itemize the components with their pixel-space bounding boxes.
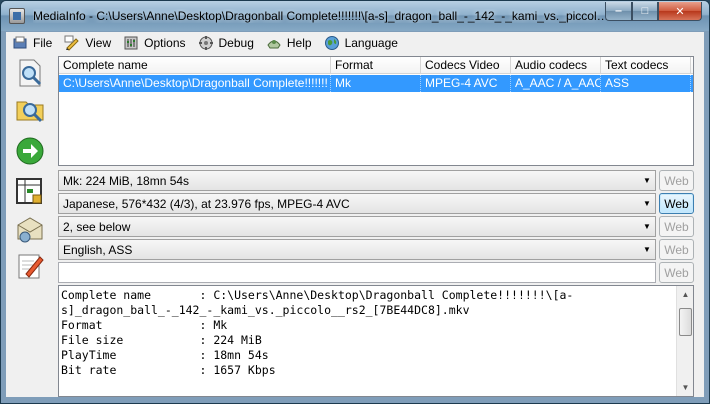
- file-list[interactable]: Complete name Format Codecs Video Audio …: [58, 56, 694, 166]
- export-icon: [17, 217, 43, 243]
- details-line: File size : 224 MiB: [61, 333, 262, 347]
- mediainfo-app-icon: [9, 8, 25, 24]
- details-scrollbar[interactable]: ▲ ▼: [676, 286, 693, 396]
- menu-bar: File View Options Debug Help Language: [6, 32, 704, 54]
- open-file-icon: [19, 59, 42, 87]
- scroll-up-icon[interactable]: ▲: [677, 286, 693, 303]
- cell-codecs-video: MPEG-4 AVC: [421, 75, 511, 92]
- details-line: Complete name : C:\Users\Anne\Desktop\Dr…: [61, 288, 574, 302]
- text-web-button[interactable]: Web: [659, 239, 694, 260]
- audio-stream-select[interactable]: 2, see below ▼: [58, 216, 656, 237]
- menu-debug-label: Debug: [218, 36, 254, 50]
- video-web-button[interactable]: Web: [659, 193, 694, 214]
- video-stream-select[interactable]: Japanese, 576*432 (4/3), at 23.976 fps, …: [58, 193, 656, 214]
- menu-options-label: Options: [144, 36, 186, 50]
- menu-language[interactable]: Language: [318, 32, 404, 54]
- menu-debug[interactable]: Debug: [192, 32, 260, 54]
- mediainfo-window: MediaInfo - C:\Users\Anne\Desktop\Dragon…: [0, 0, 710, 404]
- window-title: MediaInfo - C:\Users\Anne\Desktop\Dragon…: [33, 9, 613, 23]
- general-stream-value: Mk: 224 MiB, 18mn 54s: [63, 173, 190, 188]
- view-icon: [64, 35, 80, 51]
- other-web-button[interactable]: Web: [659, 262, 694, 283]
- column-text-codecs[interactable]: Text codecs: [601, 57, 691, 73]
- help-icon: [267, 40, 281, 49]
- minimize-icon: ‒: [615, 5, 622, 17]
- column-format[interactable]: Format: [331, 57, 421, 73]
- left-toolbar: [6, 54, 56, 397]
- maximize-icon: □: [641, 5, 649, 17]
- cell-format: Mk: [331, 75, 421, 92]
- column-codecs-video[interactable]: Codecs Video: [421, 57, 511, 73]
- open-folder-button[interactable]: [12, 92, 48, 126]
- chevron-down-icon: ▼: [643, 222, 651, 231]
- sheet-view-button[interactable]: [12, 174, 48, 208]
- menu-file[interactable]: File: [6, 32, 58, 54]
- file-list-header: Complete name Format Codecs Video Audio …: [59, 57, 693, 74]
- details-line: s]_dragon_ball_-_142_-_kami_vs._piccolo_…: [61, 303, 470, 317]
- title-bar[interactable]: MediaInfo - C:\Users\Anne\Desktop\Dragon…: [1, 1, 709, 31]
- column-complete-name[interactable]: Complete name: [59, 57, 331, 73]
- edit-notes-button[interactable]: [12, 249, 48, 283]
- menu-help[interactable]: Help: [260, 32, 318, 54]
- details-line: PlayTime : 18mn 54s: [61, 348, 269, 362]
- close-icon: ✕: [675, 5, 685, 18]
- chevron-down-icon: ▼: [643, 176, 651, 185]
- general-web-button[interactable]: Web: [659, 170, 694, 191]
- text-stream-value: English, ASS: [63, 242, 133, 257]
- scroll-down-icon[interactable]: ▼: [677, 379, 693, 396]
- menu-view-label: View: [85, 36, 112, 50]
- menu-file-label: File: [33, 36, 53, 50]
- cell-text-codecs: ASS: [601, 75, 691, 92]
- menu-view[interactable]: View: [58, 32, 117, 54]
- cell-audio-codecs: A_AAC / A_AAC: [511, 75, 601, 92]
- edit-notes-icon: [18, 254, 44, 279]
- audio-stream-value: 2, see below: [63, 219, 131, 234]
- close-button[interactable]: ✕: [658, 2, 702, 21]
- menu-help-label: Help: [286, 36, 312, 50]
- open-folder-icon: [16, 101, 44, 123]
- minimize-button[interactable]: ‒: [605, 2, 632, 21]
- export-button[interactable]: [12, 212, 48, 246]
- details-text-area[interactable]: Complete name : C:\Users\Anne\Desktop\Dr…: [58, 285, 694, 397]
- chevron-down-icon: ▼: [643, 199, 651, 208]
- other-stream-field[interactable]: [58, 262, 656, 283]
- cell-complete-name: C:\Users\Anne\Desktop\Dragonball Complet…: [59, 75, 331, 92]
- main-client-area: Complete name Format Codecs Video Audio …: [6, 54, 704, 397]
- audio-web-button[interactable]: Web: [659, 216, 694, 237]
- next-button[interactable]: [12, 134, 48, 168]
- debug-icon: [198, 36, 213, 50]
- file-icon: [13, 36, 27, 49]
- open-file-button[interactable]: [12, 56, 48, 90]
- options-icon: [124, 36, 138, 50]
- menu-options[interactable]: Options: [117, 32, 191, 54]
- sheet-view-icon: [16, 178, 42, 204]
- video-stream-value: Japanese, 576*432 (4/3), at 23.976 fps, …: [63, 196, 350, 211]
- menu-language-label: Language: [344, 36, 398, 50]
- general-stream-select[interactable]: Mk: 224 MiB, 18mn 54s ▼: [58, 170, 656, 191]
- details-line: Format : Mk: [61, 318, 228, 332]
- chevron-down-icon: ▼: [643, 245, 651, 254]
- text-stream-select[interactable]: English, ASS ▼: [58, 239, 656, 260]
- column-audio-codecs[interactable]: Audio codecs: [511, 57, 601, 73]
- details-line: Bit rate : 1657 Kbps: [61, 363, 276, 377]
- details-text: Complete name : C:\Users\Anne\Desktop\Dr…: [61, 288, 675, 378]
- table-row[interactable]: C:\Users\Anne\Desktop\Dragonball Complet…: [59, 75, 693, 92]
- language-icon: [324, 36, 339, 50]
- scrollbar-thumb[interactable]: [679, 308, 692, 336]
- forward-arrow-icon: [16, 137, 44, 165]
- maximize-button[interactable]: □: [632, 2, 658, 21]
